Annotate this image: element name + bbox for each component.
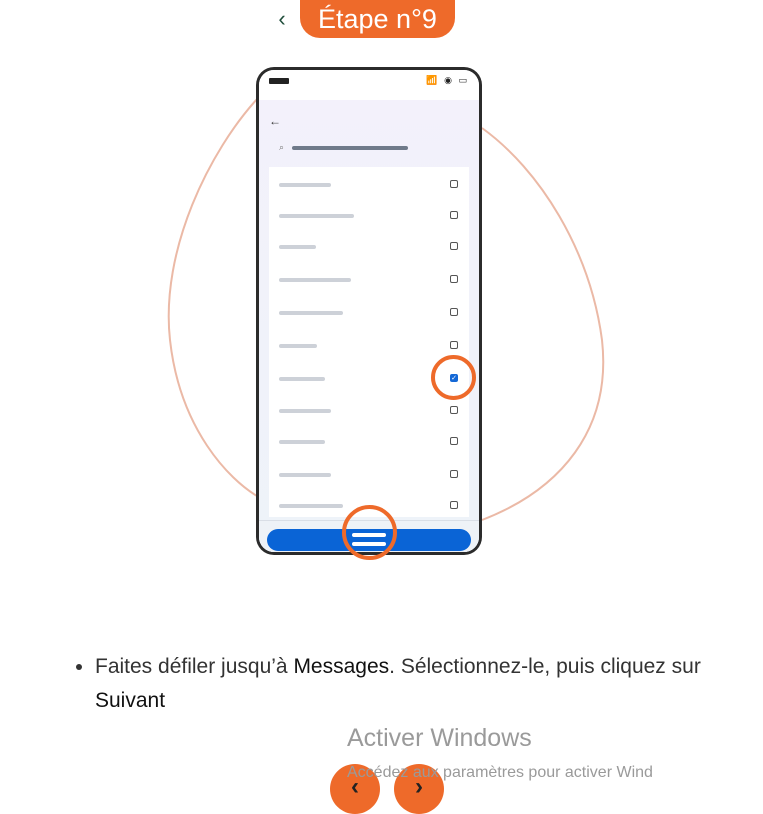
item-label-placeholder (279, 409, 331, 413)
list-item[interactable] (269, 465, 469, 485)
instruction-part: Faites défiler jusqu’à (95, 655, 294, 678)
list-item[interactable] (269, 270, 469, 290)
windows-activation-title: Activer Windows (347, 724, 532, 752)
instruction-text: Faites défiler jusqu’à Messages. Sélecti… (75, 650, 745, 718)
item-label-placeholder (279, 183, 331, 187)
next-button-highlight-ring (342, 505, 397, 560)
next-term: Suivant (95, 689, 166, 712)
item-label-placeholder (279, 377, 325, 381)
item-label-placeholder (279, 214, 354, 218)
list-item[interactable] (269, 432, 469, 452)
item-label-placeholder (279, 344, 317, 348)
checkbox[interactable] (450, 275, 458, 283)
windows-activation-subtitle: Accédez aux paramètres pour activer Wind (347, 764, 653, 781)
item-label-placeholder (279, 473, 331, 477)
step-label: Étape n°9 (300, 0, 455, 38)
checkbox[interactable] (450, 242, 458, 250)
search-row[interactable]: ⌕ (279, 142, 408, 153)
checkbox[interactable] (450, 501, 458, 509)
messages-term: Messages (293, 655, 390, 678)
step-header: ‹ Étape n°9 (272, 0, 455, 38)
list-item[interactable] (269, 336, 469, 356)
phone-mockup: 📶 ◉ ▭ ← ⌕ ✓ (256, 67, 482, 555)
previous-step-chevron-icon[interactable]: ‹ (272, 0, 292, 38)
checkbox[interactable] (450, 470, 458, 478)
list-item[interactable] (269, 401, 469, 421)
app-content: ← ⌕ ✓ (259, 100, 479, 552)
checkbox[interactable] (450, 341, 458, 349)
item-label-placeholder (279, 311, 343, 315)
status-bar: 📶 ◉ ▭ (259, 70, 479, 100)
list-item[interactable] (269, 175, 469, 195)
checkbox-highlight-ring (431, 355, 476, 400)
search-icon: ⌕ (279, 142, 285, 152)
back-arrow-icon[interactable]: ← (269, 114, 281, 128)
item-label-placeholder (279, 278, 351, 282)
checkbox[interactable] (450, 180, 458, 188)
status-icons: 📶 ◉ ▭ (426, 75, 469, 85)
item-label-placeholder (279, 440, 325, 444)
list-item[interactable] (269, 237, 469, 257)
checkbox[interactable] (450, 308, 458, 316)
search-input[interactable] (292, 145, 408, 150)
status-time (269, 78, 289, 84)
item-label-placeholder (279, 245, 316, 249)
checkbox[interactable] (450, 437, 458, 445)
list-item[interactable] (269, 303, 469, 323)
instruction-part: . Sélectionnez-le, puis cliquez sur (389, 655, 701, 678)
item-label-placeholder (279, 504, 343, 508)
list-item[interactable] (269, 206, 469, 226)
checkbox[interactable] (450, 211, 458, 219)
instruction-item: Faites défiler jusqu’à Messages. Sélecti… (95, 650, 745, 718)
phone-screen: 📶 ◉ ▭ ← ⌕ ✓ (259, 70, 479, 552)
app-list: ✓ (269, 167, 469, 517)
checkbox[interactable] (450, 406, 458, 414)
